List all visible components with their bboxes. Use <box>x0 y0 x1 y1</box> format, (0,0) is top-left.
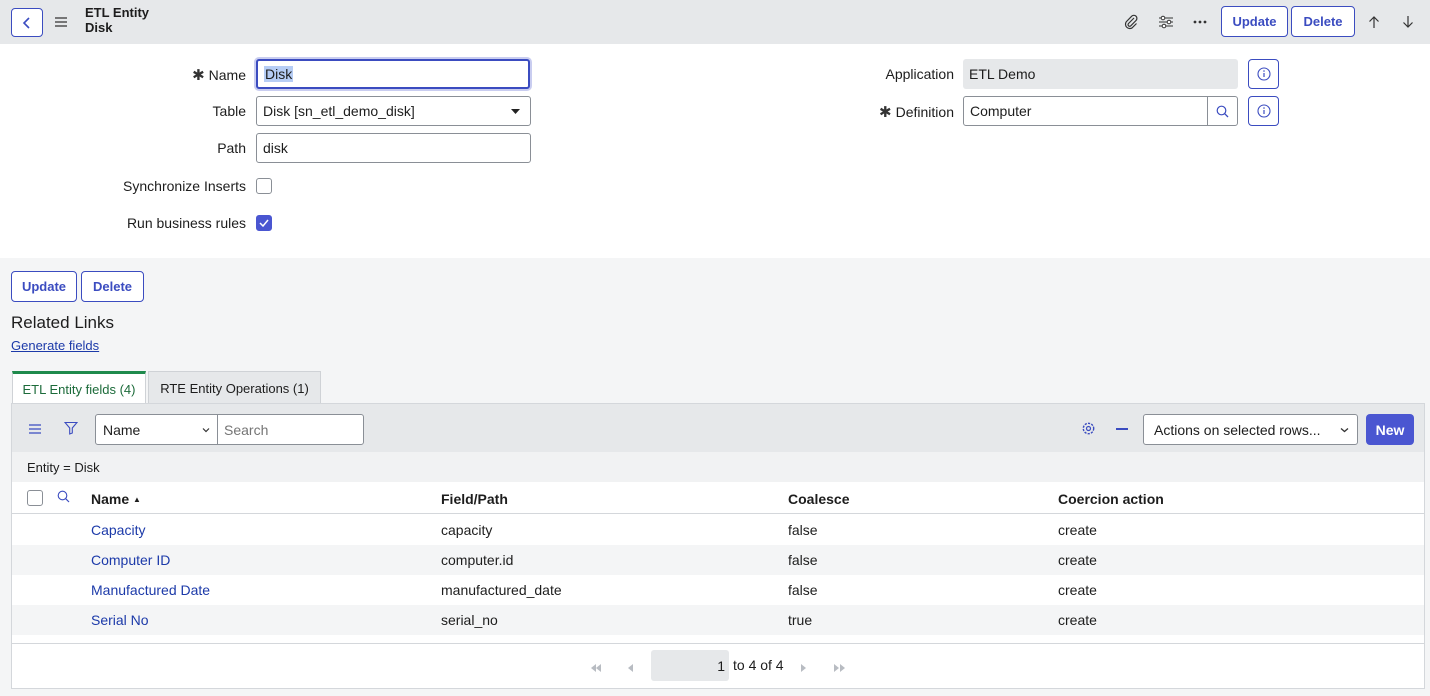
row-field-path: computer.id <box>441 552 514 568</box>
row-coercion-action: create <box>1058 582 1097 598</box>
arrow-down-icon[interactable] <box>1398 12 1418 32</box>
row-name-link[interactable]: Serial No <box>91 612 149 628</box>
application-label: Application <box>885 66 955 82</box>
delete-button[interactable]: Delete <box>1291 6 1355 37</box>
bottom-delete-button[interactable]: Delete <box>81 271 144 302</box>
column-header-field-path[interactable]: Field/Path <box>441 491 508 507</box>
form-header <box>0 0 1430 44</box>
filter-icon[interactable] <box>63 421 80 437</box>
more-options-icon[interactable] <box>1190 12 1210 32</box>
name-field[interactable]: Disk <box>256 59 530 89</box>
run-business-rules-label: Run business rules <box>126 215 246 231</box>
row-coercion-action: create <box>1058 612 1097 628</box>
arrow-up-icon[interactable] <box>1364 12 1384 32</box>
related-links-heading: Related Links <box>11 313 115 332</box>
back-button[interactable] <box>11 8 43 37</box>
form-title-record: Disk <box>85 20 113 35</box>
settings-sliders-icon[interactable] <box>1156 12 1176 32</box>
name-label: ✱ Name <box>192 67 246 84</box>
run-business-rules-checkbox[interactable] <box>256 215 272 231</box>
chevron-down-icon <box>1340 427 1349 432</box>
table-row <box>12 515 1424 545</box>
info-icon <box>1256 104 1271 118</box>
page-range-text: to 4 of 4 <box>733 657 784 673</box>
actions-select[interactable]: Actions on selected rows... <box>1143 414 1358 445</box>
bottom-update-button[interactable]: Update <box>11 271 77 302</box>
tab-rte-entity-operations[interactable]: RTE Entity Operations (1) <box>148 371 321 404</box>
checkmark-icon <box>259 219 269 227</box>
synchronize-inserts-checkbox[interactable] <box>256 178 272 194</box>
collapse-icon[interactable] <box>1116 428 1128 430</box>
tab-etl-entity-fields[interactable]: ETL Entity fields (4) <box>12 371 146 404</box>
application-field: ETL Demo <box>963 59 1238 89</box>
search-icon <box>1216 105 1229 117</box>
table-label: Table <box>212 103 246 119</box>
previous-page-icon[interactable] <box>627 659 633 675</box>
table-select[interactable]: Disk [sn_etl_demo_disk] <box>256 96 531 126</box>
application-info-button[interactable] <box>1248 59 1279 89</box>
column-search-icon[interactable] <box>57 490 71 504</box>
filter-breadcrumb[interactable]: Entity = Disk <box>12 452 1424 482</box>
update-button[interactable]: Update <box>1221 6 1288 37</box>
gear-icon[interactable] <box>1081 421 1097 437</box>
row-name-link[interactable]: Capacity <box>91 522 145 538</box>
synchronize-inserts-label: Synchronize Inserts <box>123 178 246 194</box>
row-name-link[interactable]: Computer ID <box>91 552 170 568</box>
row-coercion-action: create <box>1058 552 1097 568</box>
paperclip-icon[interactable] <box>1121 12 1141 32</box>
search-input[interactable] <box>217 414 364 445</box>
row-field-path: manufactured_date <box>441 582 562 598</box>
row-field-path: serial_no <box>441 612 498 628</box>
table-row <box>12 605 1424 635</box>
list-menu-icon[interactable] <box>29 422 45 436</box>
row-coalesce: true <box>788 612 813 628</box>
page-number-input[interactable]: 1 <box>651 650 729 681</box>
row-coalesce: false <box>788 522 818 538</box>
definition-info-button[interactable] <box>1248 96 1279 126</box>
row-field-path: capacity <box>441 522 493 538</box>
next-page-icon[interactable] <box>801 659 807 675</box>
chevron-down-icon <box>202 427 210 432</box>
column-header-coalesce[interactable]: Coalesce <box>788 491 849 507</box>
sort-ascending-icon: ▲ <box>133 495 141 504</box>
required-icon: ✱ <box>879 104 892 121</box>
last-page-icon[interactable] <box>834 659 846 675</box>
chevron-left-icon <box>22 16 30 29</box>
row-coercion-action: create <box>1058 522 1097 538</box>
required-icon: ✱ <box>192 67 205 84</box>
column-header-coercion-action[interactable]: Coercion action <box>1058 491 1164 507</box>
row-coalesce: false <box>788 582 818 598</box>
column-header-name[interactable]: Name ▲ <box>91 491 141 507</box>
menu-icon[interactable] <box>52 13 70 31</box>
definition-lookup-button[interactable] <box>1207 96 1238 126</box>
path-field[interactable]: disk <box>256 133 531 163</box>
row-name-link[interactable]: Manufactured Date <box>91 582 210 598</box>
table-row <box>12 575 1424 605</box>
path-label: Path <box>217 140 246 156</box>
first-page-icon[interactable] <box>590 659 602 675</box>
row-coalesce: false <box>788 552 818 568</box>
caret-down-icon <box>511 108 520 114</box>
generate-fields-link[interactable]: Generate fields <box>11 338 99 353</box>
definition-field[interactable]: Computer <box>963 96 1208 126</box>
table-row <box>12 545 1424 575</box>
info-icon <box>1256 67 1271 81</box>
form-title-type: ETL Entity <box>85 5 150 20</box>
new-button[interactable]: New <box>1366 414 1414 445</box>
definition-label: ✱ Definition <box>879 104 954 121</box>
table-header <box>12 483 1424 514</box>
search-field-select[interactable]: Name <box>95 414 218 445</box>
select-all-checkbox[interactable] <box>27 490 43 506</box>
